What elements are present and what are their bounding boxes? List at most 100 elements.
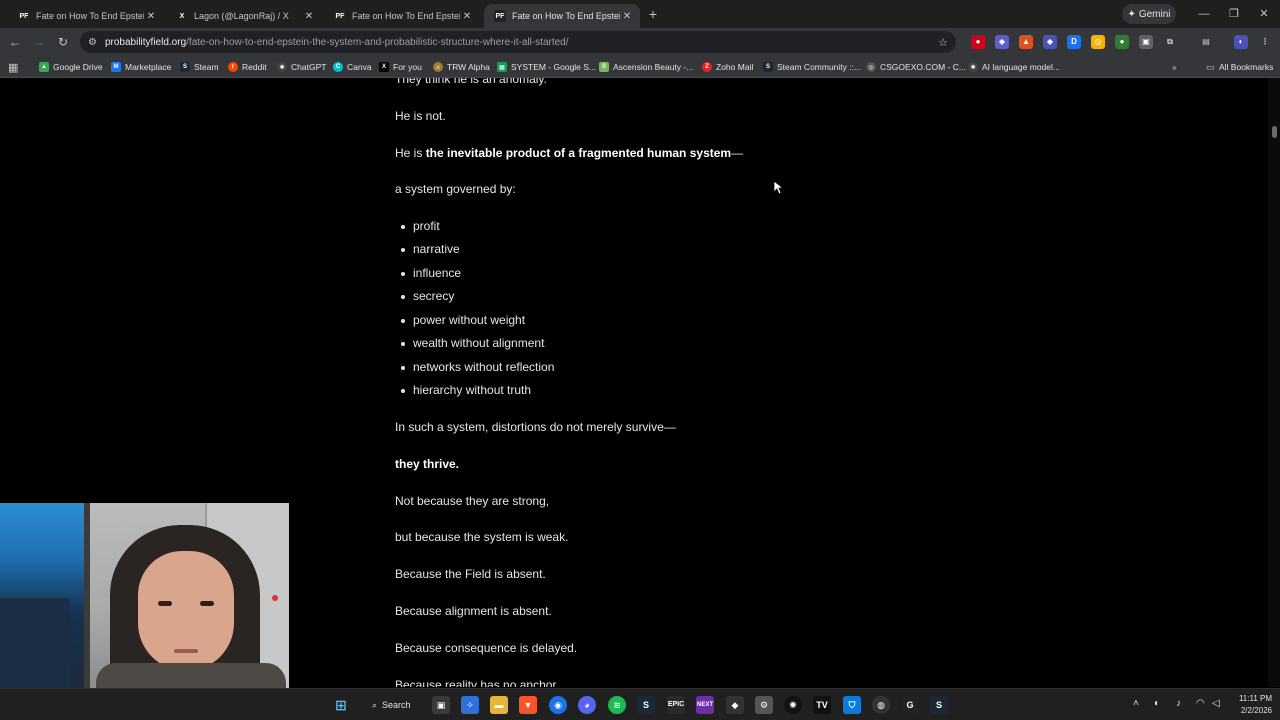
bookmark-trw-alpha[interactable]: ⚔ TRW Alpha bbox=[433, 60, 490, 74]
tab-fate-2[interactable]: PF Fate on How To End Epstein: Th ✕ bbox=[324, 4, 480, 28]
app-icon[interactable]: ◆ bbox=[726, 696, 744, 714]
volume-icon[interactable]: ◁ bbox=[1212, 698, 1220, 709]
chrome-icon[interactable]: ◉ bbox=[549, 696, 567, 714]
tab-fate-3-active[interactable]: PF Fate on How To End Epstein: Th ✕ bbox=[484, 4, 640, 28]
settings-gear-icon[interactable]: ⚙ bbox=[755, 696, 773, 714]
mouse-cursor-icon bbox=[773, 180, 783, 195]
windows-start-icon[interactable]: ⊞ bbox=[332, 696, 350, 714]
next-app-icon[interactable]: NEXT bbox=[696, 696, 714, 714]
taskbar-search[interactable]: ⌕ Search bbox=[364, 695, 418, 715]
sheets-icon: ▦ bbox=[497, 62, 507, 72]
profile-avatar-icon[interactable]: ◐ bbox=[1234, 35, 1248, 49]
back-icon[interactable]: ← bbox=[6, 33, 24, 51]
bookmark-canva[interactable]: C Canva bbox=[333, 60, 372, 74]
webcam-person-face bbox=[138, 551, 234, 671]
scrollbar-thumb[interactable] bbox=[1272, 126, 1277, 138]
discord-icon[interactable]: ◕ bbox=[578, 696, 596, 714]
extension-blue-icon[interactable]: ◆ bbox=[1043, 35, 1057, 49]
forward-icon[interactable]: → bbox=[30, 33, 48, 51]
brave-icon[interactable]: ▼ bbox=[519, 696, 537, 714]
reload-icon[interactable]: ↻ bbox=[54, 33, 72, 51]
extension-red-icon[interactable]: ● bbox=[971, 35, 985, 49]
epic-games-icon[interactable]: EPIC bbox=[667, 696, 685, 714]
list-item: hierarchy without truth bbox=[400, 383, 532, 397]
steam-icon[interactable]: S bbox=[930, 696, 948, 714]
side-panel-icon[interactable]: ▤ bbox=[1199, 35, 1213, 49]
bookmark-label: ChatGPT bbox=[291, 62, 327, 72]
bookmark-google-drive[interactable]: ▲ Google Drive bbox=[39, 60, 103, 74]
headset-mic-icon bbox=[272, 595, 278, 601]
tab-lagon-x[interactable]: X Lagon (@LagonRaj) / X ✕ bbox=[166, 4, 322, 28]
restore-icon[interactable]: ❐ bbox=[1220, 4, 1248, 24]
new-tab-button[interactable]: + bbox=[644, 5, 662, 23]
bold-text: they thrive. bbox=[395, 457, 460, 471]
list-item: networks without reflection bbox=[400, 360, 555, 374]
extension-purple-icon[interactable]: ◆ bbox=[995, 35, 1009, 49]
extensions-puzzle-icon[interactable]: ⧉ bbox=[1163, 35, 1177, 49]
wifi-icon[interactable]: ◠ bbox=[1196, 698, 1205, 709]
bookmark-steam-community[interactable]: S Steam Community ::... bbox=[763, 60, 861, 74]
text: He is bbox=[395, 146, 426, 160]
extension-folder-icon[interactable]: ▣ bbox=[1139, 35, 1153, 49]
probabilityfield-favicon-icon: PF bbox=[334, 10, 346, 22]
bookmark-ascension-beauty[interactable]: S Ascension Beauty -... bbox=[599, 60, 693, 74]
apps-grid-icon[interactable]: ▦ bbox=[8, 60, 18, 74]
file-explorer-icon[interactable]: ▬ bbox=[490, 696, 508, 714]
more-bookmarks-chevron-icon[interactable]: » bbox=[1172, 60, 1177, 74]
menu-kebab-icon[interactable]: ⋮ bbox=[1258, 35, 1272, 49]
paragraph: In such a system, distortions do not mer… bbox=[395, 420, 676, 434]
tray-app-icon[interactable]: ◐ bbox=[1154, 698, 1160, 709]
copilot-icon[interactable]: ✧ bbox=[461, 696, 479, 714]
chatgpt-icon[interactable]: ✺ bbox=[784, 696, 802, 714]
extension-orange-icon[interactable]: ▲ bbox=[1019, 35, 1033, 49]
drive-icon: ▲ bbox=[39, 62, 49, 72]
extension-green-icon[interactable]: ● bbox=[1115, 35, 1129, 49]
bookmark-steam[interactable]: S Steam bbox=[180, 60, 219, 74]
close-tab-icon[interactable]: ✕ bbox=[460, 11, 474, 22]
extension-yellow-icon[interactable]: ◎ bbox=[1091, 35, 1105, 49]
minimize-icon[interactable]: — bbox=[1190, 4, 1218, 24]
spotify-icon[interactable]: ≋ bbox=[608, 696, 626, 714]
address-bar[interactable]: ⚙ probabilityfield.org/fate-on-how-to-en… bbox=[80, 31, 956, 53]
bookmark-label: Ascension Beauty -... bbox=[613, 62, 694, 72]
paragraph: Because the Field is absent. bbox=[395, 567, 546, 581]
clock-time: 11:11 PM bbox=[1238, 694, 1272, 703]
marketplace-icon: M bbox=[111, 62, 121, 72]
shield-icon[interactable]: ⛉ bbox=[843, 696, 861, 714]
steam-icon[interactable]: S bbox=[637, 696, 655, 714]
microphone-icon[interactable]: ♪ bbox=[1176, 698, 1181, 709]
url-text[interactable]: probabilityfield.org/fate-on-how-to-end-… bbox=[105, 37, 938, 48]
bookmark-system-sheets[interactable]: ▦ SYSTEM - Google S... bbox=[497, 60, 596, 74]
x-icon: X bbox=[379, 62, 389, 72]
bookmark-ai-language-model[interactable]: ✺ AI language model... bbox=[968, 60, 1060, 74]
site-info-icon[interactable]: ⚙ bbox=[88, 37, 97, 48]
extension-d-icon[interactable]: D bbox=[1067, 35, 1081, 49]
app-icon[interactable]: ◍ bbox=[872, 696, 890, 714]
bookmark-marketplace[interactable]: M Marketplace bbox=[111, 60, 171, 74]
tab-fate-1[interactable]: PF Fate on How To End Epstein: Th ✕ bbox=[8, 4, 164, 28]
gemini-label: Gemini bbox=[1138, 8, 1171, 20]
bookmark-star-icon[interactable]: ☆ bbox=[938, 36, 948, 49]
bookmark-chatgpt[interactable]: ✺ ChatGPT bbox=[277, 60, 326, 74]
close-tab-icon[interactable]: ✕ bbox=[144, 11, 158, 22]
close-tab-icon[interactable]: ✕ bbox=[302, 11, 316, 22]
taskbar-clock[interactable]: 11:11 PM 2/2/2026 bbox=[1228, 693, 1272, 717]
bookmark-for-you[interactable]: X For you bbox=[379, 60, 422, 74]
tray-chevron-icon[interactable]: ˄ bbox=[1133, 698, 1139, 709]
page-scrollbar[interactable] bbox=[1268, 78, 1280, 687]
task-view-icon[interactable]: ▣ bbox=[432, 696, 450, 714]
bookmark-label: Marketplace bbox=[125, 62, 172, 72]
steam-icon: S bbox=[180, 62, 190, 72]
bookmark-zoho-mail[interactable]: Z Zoho Mail bbox=[702, 60, 753, 74]
tradingview-icon[interactable]: TV bbox=[813, 696, 831, 714]
bookmark-reddit[interactable]: r Reddit bbox=[228, 60, 267, 74]
tab-title: Fate on How To End Epstein: Th bbox=[36, 11, 144, 21]
webcam-person-shirt bbox=[96, 663, 286, 688]
bookmark-label: Steam bbox=[194, 62, 219, 72]
bookmark-csgoexo[interactable]: ◎ CSGOEXO.COM - C... bbox=[866, 60, 966, 74]
all-bookmarks[interactable]: ▭ All Bookmarks bbox=[1205, 60, 1274, 74]
close-window-icon[interactable]: ✕ bbox=[1250, 4, 1278, 24]
app-icon[interactable]: G bbox=[901, 696, 919, 714]
close-tab-icon[interactable]: ✕ bbox=[620, 11, 634, 22]
gemini-button[interactable]: ✦ Gemini bbox=[1122, 4, 1176, 24]
